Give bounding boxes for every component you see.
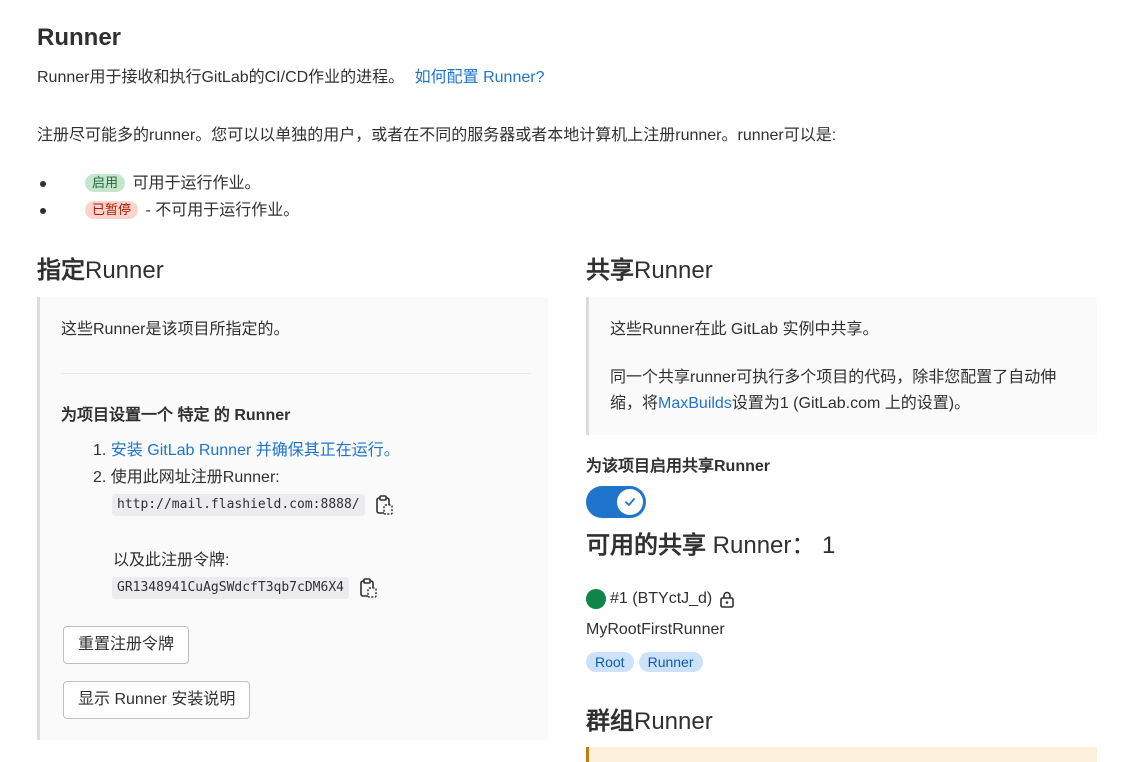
specific-title-bold: 指定 (37, 257, 85, 284)
intro-line: Runner用于接收和执行GitLab的CI/CD作业的进程。 如何配置 Run… (37, 66, 544, 90)
registration-url: http://mail.flashield.com:8888/ (112, 494, 365, 516)
token-row: GR1348941CuAgSWdcfT3qb7cDM6X4 (112, 577, 377, 599)
intro-text: Runner用于接收和执行GitLab的CI/CD作业的进程。 (37, 69, 405, 86)
copy-url-icon[interactable] (375, 495, 393, 515)
copy-token-icon[interactable] (359, 578, 377, 598)
lock-icon (719, 590, 735, 608)
install-runner-link[interactable]: 安装 GitLab Runner 并确保其正在运行。 (111, 442, 400, 459)
runner-item: #1 (BTYctJ_d) (586, 587, 735, 611)
check-icon (625, 498, 635, 506)
group-runners-alert (586, 747, 1097, 762)
enable-shared-runners-toggle[interactable] (586, 486, 646, 518)
list-item: 启用 可用于运行作业。 (39, 170, 299, 197)
shared-runners-panel: 这些Runner在此 GitLab 实例中共享。 同一个共享runner可执行多… (586, 297, 1097, 435)
shared-description: 这些Runner在此 GitLab 实例中共享。 (610, 321, 879, 338)
available-shared-runners-title: 可用的共享 Runner： 1 (586, 530, 835, 562)
specific-runners-panel: 这些Runner是该项目所指定的。 为项目设置一个 特定 的 Runner 1.… (37, 297, 548, 740)
specific-description: 这些Runner是该项目所指定的。 (61, 321, 290, 338)
runner-name: MyRootFirstRunner (586, 621, 725, 638)
show-install-instructions-button[interactable]: 显示 Runner 安装说明 (63, 681, 251, 719)
runner-tags: Root Runner (586, 652, 708, 672)
reset-token-button[interactable]: 重置注册令牌 (63, 626, 190, 664)
setup-steps: 1. 安装 GitLab Runner 并确保其正在运行。 2. 使用此网址注册… (93, 437, 400, 491)
page-title: Runner (37, 24, 121, 51)
url-row: http://mail.flashield.com:8888/ (112, 494, 393, 516)
register-url-label: 使用此网址注册Runner: (110, 469, 280, 486)
tag-runner: Runner (638, 652, 703, 672)
group-title-rest: Runner (634, 708, 713, 735)
group-runners-title: 群组Runner (586, 706, 713, 738)
specific-title-rest: Runner (85, 257, 164, 284)
enable-shared-runners-label: 为该项目启用共享Runner (586, 458, 771, 475)
registration-token: GR1348941CuAgSWdcfT3qb7cDM6X4 (112, 577, 349, 599)
active-description: 可用于运行作业。 (132, 175, 261, 192)
available-title-count: Runner： 1 (706, 532, 836, 559)
runner-states-list: 启用 可用于运行作业。 已暂停 - 不可用于运行作业。 (37, 170, 299, 224)
register-description: 注册尽可能多的runner。您可以以单独的用户，或者在不同的服务器或者本地计算机… (37, 127, 837, 144)
specific-runners-title: 指定Runner (37, 255, 164, 287)
token-label: 以及此注册令牌: (113, 552, 230, 569)
paused-badge: 已暂停 (85, 201, 139, 219)
paused-description: - 不可用于运行作业。 (145, 202, 300, 219)
toggle-knob (617, 489, 643, 515)
shared-note-after: 设置为1 (GitLab.com 上的设置)。 (731, 395, 971, 412)
list-item: 1. 安装 GitLab Runner 并确保其正在运行。 (93, 442, 400, 459)
tag-root: Root (586, 652, 634, 672)
online-status-icon (586, 589, 606, 609)
runner-id-link[interactable]: #1 (BTYctJ_d) (610, 587, 712, 611)
available-title-bold: 可用的共享 (586, 532, 706, 559)
setup-heading: 为项目设置一个 特定 的 Runner (61, 407, 291, 424)
divider (61, 373, 531, 374)
group-title-bold: 群组 (586, 708, 634, 735)
shared-title-bold: 共享 (586, 257, 634, 284)
list-item: 已暂停 - 不可用于运行作业。 (39, 197, 300, 224)
shared-runners-title: 共享Runner (586, 255, 713, 287)
maxbuilds-link[interactable]: MaxBuilds (658, 395, 732, 412)
shared-title-rest: Runner (634, 257, 713, 284)
active-badge: 启用 (85, 174, 126, 192)
shared-note: 同一个共享runner可执行多个项目的代码，除非您配置了自动伸缩，将MaxBui… (610, 365, 1080, 417)
configure-runner-link[interactable]: 如何配置 Runner? (415, 69, 545, 86)
list-item: 2. 使用此网址注册Runner: (93, 469, 280, 486)
